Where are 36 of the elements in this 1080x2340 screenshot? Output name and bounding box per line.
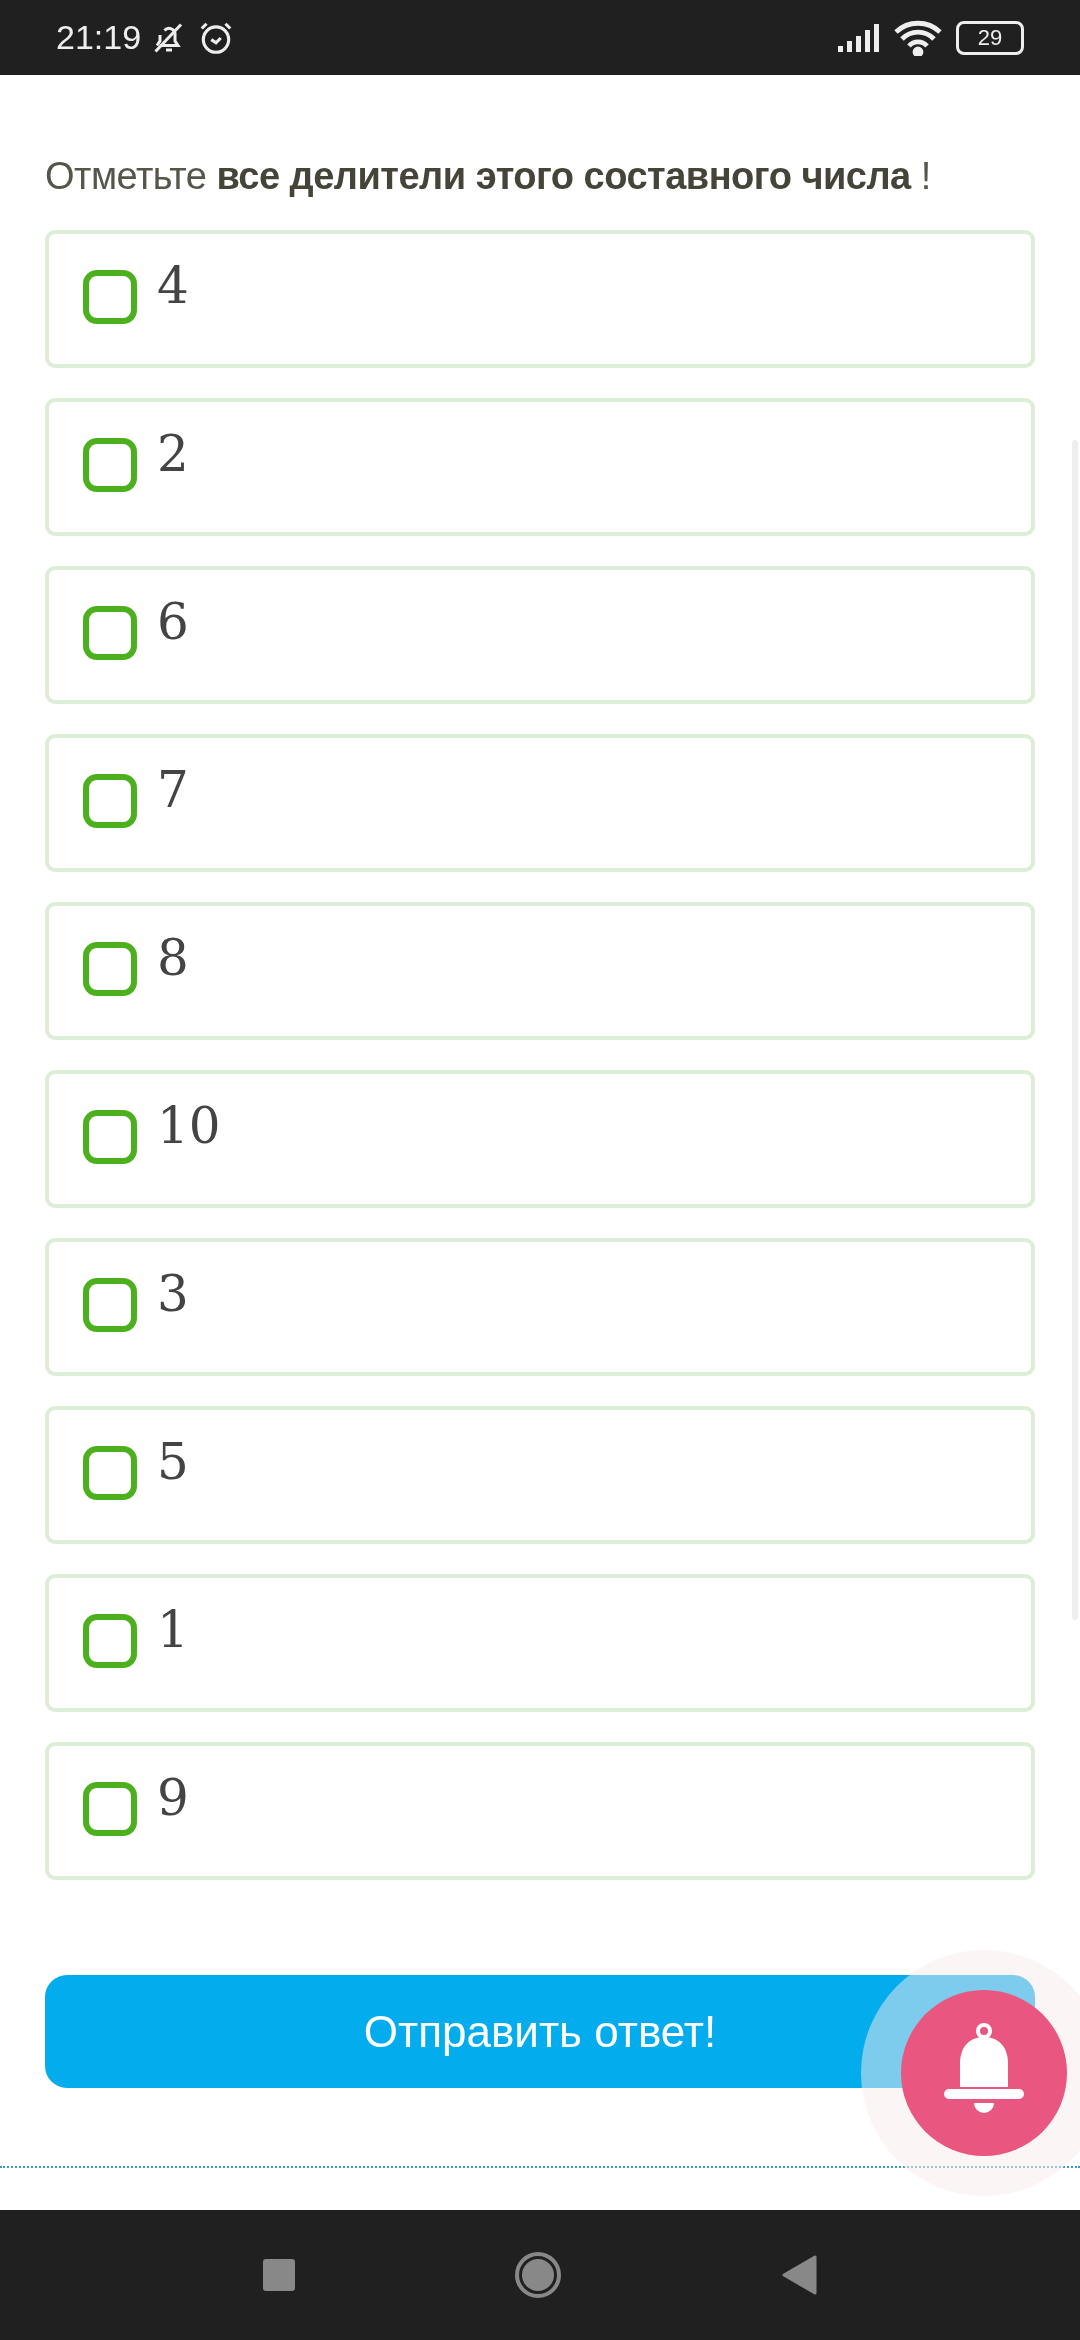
checkbox[interactable] — [83, 774, 137, 828]
answer-option[interactable]: 9 — [45, 1742, 1035, 1880]
battery-indicator: 29 — [956, 20, 1024, 55]
answer-option[interactable]: 1 — [45, 1574, 1035, 1712]
checkbox[interactable] — [83, 606, 137, 660]
answer-option[interactable]: 3 — [45, 1238, 1035, 1376]
checkbox[interactable] — [83, 1446, 137, 1500]
checkbox[interactable] — [83, 438, 137, 492]
option-label: 3 — [157, 1272, 189, 1316]
option-label: 2 — [157, 432, 189, 476]
answer-option[interactable]: 4 — [45, 230, 1035, 368]
home-icon[interactable] — [515, 2252, 561, 2298]
answer-option[interactable]: 2 — [45, 398, 1035, 536]
checkbox[interactable] — [83, 1614, 137, 1668]
status-time: 21:19 — [56, 18, 142, 57]
option-label: 8 — [157, 936, 189, 980]
checkbox[interactable] — [83, 270, 137, 324]
wifi-icon — [894, 19, 942, 56]
option-label: 10 — [157, 1104, 221, 1148]
answer-option[interactable]: 6 — [45, 566, 1035, 704]
option-label: 4 — [157, 264, 189, 308]
checkbox[interactable] — [83, 942, 137, 996]
checkbox[interactable] — [83, 1782, 137, 1836]
checkbox[interactable] — [83, 1110, 137, 1164]
answer-option[interactable]: 8 — [45, 902, 1035, 1040]
answer-option[interactable]: 7 — [45, 734, 1035, 872]
option-label: 6 — [157, 600, 189, 644]
option-label: 5 — [157, 1440, 189, 1484]
answer-option[interactable]: 5 — [45, 1406, 1035, 1544]
option-label: 9 — [157, 1776, 189, 1820]
checkbox[interactable] — [83, 1278, 137, 1332]
back-icon[interactable] — [781, 2255, 817, 2295]
option-label: 1 — [157, 1608, 189, 1652]
answer-option[interactable]: 10 — [45, 1070, 1035, 1208]
option-label: 7 — [157, 768, 189, 812]
question-text: Отметьте все делители этого составного числа ! — [45, 155, 932, 198]
